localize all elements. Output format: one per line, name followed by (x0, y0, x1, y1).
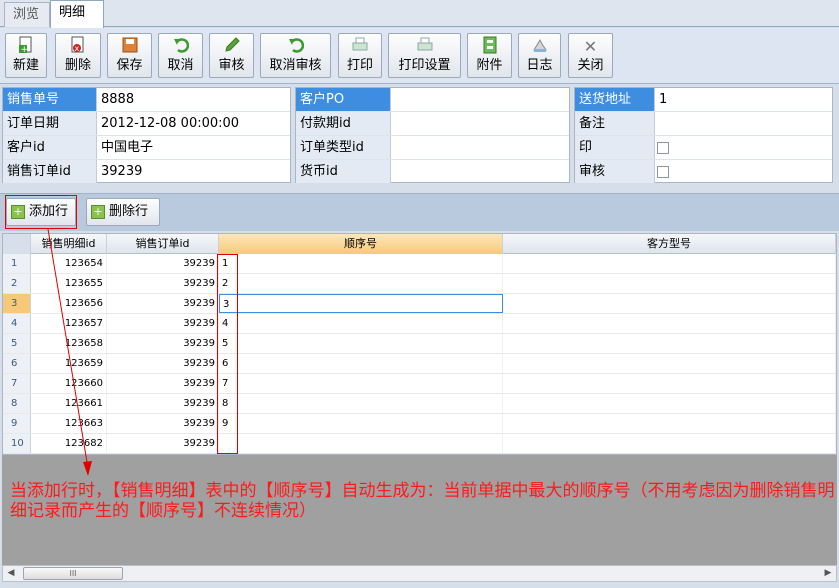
annotation-arrow (47, 228, 92, 476)
